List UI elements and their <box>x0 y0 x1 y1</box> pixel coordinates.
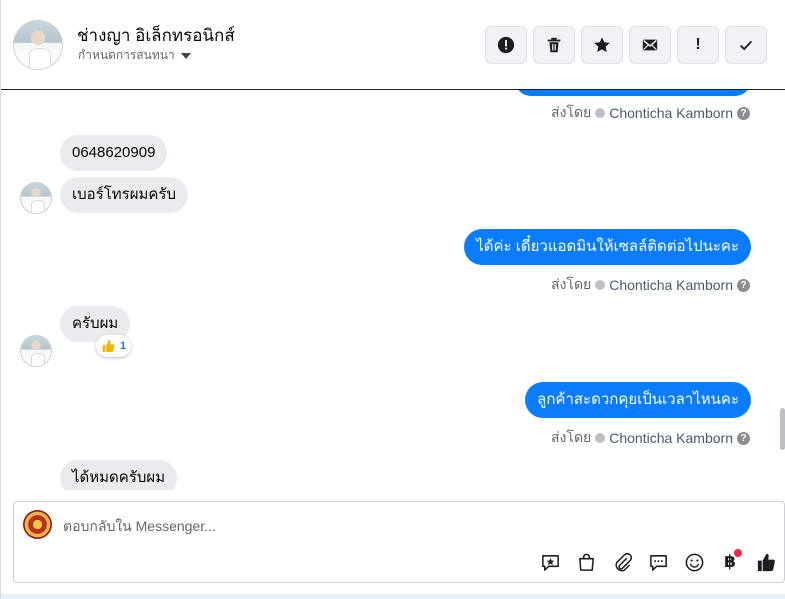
reply-composer: ฿ <box>13 501 785 583</box>
attach-button[interactable] <box>608 548 636 576</box>
sent-by-line: ส่งโดย Chonticha Kamborn ? <box>551 102 750 124</box>
composer-toolbar: ฿ <box>536 548 780 576</box>
send-like-button[interactable] <box>752 548 780 576</box>
page-avatar <box>23 510 52 539</box>
help-icon[interactable]: ? <box>737 278 750 292</box>
bottom-edge <box>1 594 785 599</box>
conversation-panel: ช่างญา อิเล็กทรอนิกส์ กำหนดการสนทนา ! ส่… <box>0 0 785 599</box>
sent-by-agent[interactable]: Chonticha Kamborn <box>609 430 733 446</box>
trash-icon <box>547 37 561 53</box>
check-icon <box>739 40 753 51</box>
thumbs-up-icon <box>102 339 115 353</box>
contact-avatar-small[interactable] <box>20 182 52 214</box>
help-icon[interactable]: ? <box>737 106 750 120</box>
contact-name[interactable]: ช่างญา อิเล็กทรอนิกส์ <box>77 22 235 49</box>
reply-input[interactable] <box>63 516 663 536</box>
delete-button[interactable] <box>533 26 575 64</box>
message-bubble-outgoing[interactable]: ได้ค่ะ เดี๋ยวแอดมินให้เซลล์ติดต่อไปนะคะ <box>464 229 751 265</box>
smiley-icon <box>685 553 703 571</box>
thumbs-up-icon <box>757 553 775 571</box>
notification-dot <box>734 549 742 557</box>
sent-by-line: ส่งโดย Chonticha Kamborn ? <box>551 427 750 449</box>
header-actions: ! <box>485 26 767 64</box>
chat-bubble-icon <box>649 554 667 571</box>
message-bubble-incoming[interactable]: ได้หมดครับผม <box>60 460 178 490</box>
exclamation-icon: ! <box>695 36 701 53</box>
sent-by-prefix: ส่งโดย <box>551 276 592 292</box>
reaction-badge[interactable]: 1 <box>96 335 132 357</box>
message-bubble-outgoing[interactable]: ลูกค้าสะดวกคุยเป็นเวลาไหนคะ <box>525 382 751 418</box>
verified-icon <box>595 433 606 443</box>
mark-unread-button[interactable] <box>629 26 671 64</box>
verified-icon <box>595 280 606 290</box>
follow-up-button[interactable]: ! <box>677 26 719 64</box>
message-bubble-partial[interactable] <box>515 90 751 96</box>
message-bubble-incoming[interactable]: 0648620909 <box>60 135 168 171</box>
sent-by-line: ส่งโดย Chonticha Kamborn ? <box>551 274 750 296</box>
message-thread[interactable]: ส่งโดย Chonticha Kamborn ? 0648620909 เบ… <box>1 90 785 490</box>
paperclip-icon <box>615 552 632 571</box>
quick-reply-button[interactable] <box>644 548 672 576</box>
sent-by-agent[interactable]: Chonticha Kamborn <box>609 277 733 293</box>
contact-avatar[interactable] <box>13 20 63 70</box>
emoji-button[interactable] <box>680 548 708 576</box>
conversation-settings-dropdown[interactable]: กำหนดการสนทนา <box>78 46 191 65</box>
shop-button[interactable] <box>572 548 600 576</box>
message-bubble-incoming[interactable]: เบอร์โทรผมครับ <box>60 177 189 213</box>
caret-down-icon <box>180 53 191 59</box>
conversation-settings-label: กำหนดการสนทนา <box>78 48 175 62</box>
thread-scrollbar[interactable] <box>780 408 785 450</box>
mark-spam-button[interactable] <box>485 26 527 64</box>
star-button[interactable] <box>581 26 623 64</box>
sent-by-agent[interactable]: Chonticha Kamborn <box>609 105 733 121</box>
reaction-count: 1 <box>120 340 127 352</box>
mark-done-button[interactable] <box>725 26 767 64</box>
exclamation-circle-icon <box>497 36 515 54</box>
conversation-header: ช่างญา อิเล็กทรอนิกส์ กำหนดการสนทนา ! <box>1 0 785 90</box>
shopping-bag-icon <box>578 553 594 571</box>
sent-by-prefix: ส่งโดย <box>551 104 592 120</box>
sent-by-prefix: ส่งโดย <box>551 429 592 445</box>
star-icon <box>594 37 610 53</box>
payment-button[interactable]: ฿ <box>716 548 744 576</box>
saved-reply-icon <box>541 554 559 571</box>
verified-icon <box>595 108 606 118</box>
saved-reply-button[interactable] <box>536 548 564 576</box>
envelope-icon <box>642 39 658 51</box>
help-icon[interactable]: ? <box>737 431 750 445</box>
contact-avatar-small[interactable] <box>20 335 52 367</box>
